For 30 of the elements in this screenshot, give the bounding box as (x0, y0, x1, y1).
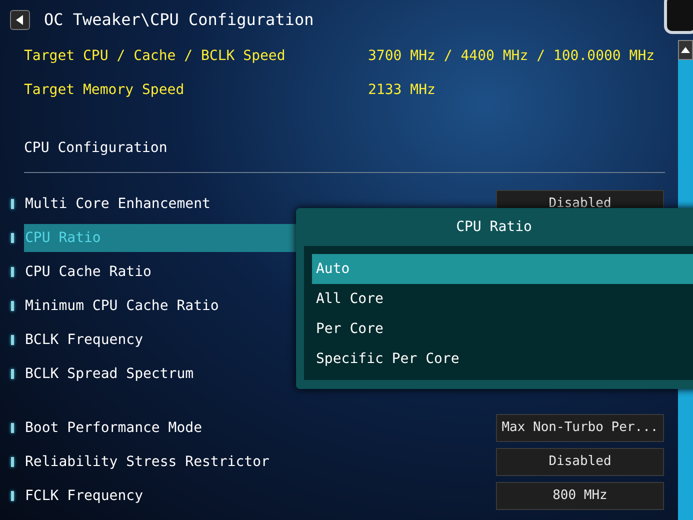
bullet-icon (11, 369, 14, 379)
section-title: CPU Configuration (23, 139, 168, 158)
back-arrow-icon (16, 15, 24, 25)
bullet-icon (11, 267, 14, 277)
setting-row[interactable]: Boot Performance Mode (24, 414, 496, 442)
corner-frame-icon (664, 0, 693, 34)
info-value: 3700 MHz / 4400 MHz / 100.0000 MHz (368, 47, 655, 66)
setting-row[interactable]: FCLK Frequency (24, 482, 496, 510)
bullet-icon (11, 491, 14, 501)
bullet-icon (11, 335, 14, 345)
option-item[interactable]: Auto (312, 254, 693, 284)
setting-row[interactable]: Multi Core Enhancement (24, 190, 496, 218)
bullet-icon (11, 423, 14, 433)
bullet-icon (11, 301, 14, 311)
page-title: OC Tweaker\CPU Configuration (44, 9, 314, 31)
info-label: Target Memory Speed (24, 81, 186, 100)
value-field[interactable]: Disabled (496, 448, 664, 476)
info-value: 2133 MHz (368, 81, 436, 100)
option-item[interactable]: Per Core (312, 314, 693, 344)
setting-row[interactable]: Reliability Stress Restrictor (24, 448, 496, 476)
info-label: Target CPU / Cache / BCLK Speed (24, 47, 286, 66)
back-button[interactable] (10, 10, 30, 30)
option-item[interactable]: All Core (312, 284, 693, 314)
bullet-icon (11, 199, 14, 209)
scroll-up-icon[interactable] (678, 40, 693, 60)
bullet-icon (11, 457, 14, 467)
value-field[interactable]: Max Non-Turbo Per... (496, 414, 664, 442)
value-field[interactable]: 800 MHz (496, 482, 664, 510)
option-item[interactable]: Specific Per Core (312, 344, 693, 374)
bullet-icon (11, 233, 14, 243)
